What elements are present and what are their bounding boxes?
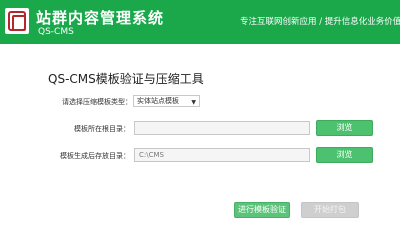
browse-template-dir-button[interactable]: 浏览 bbox=[316, 120, 373, 136]
red-seal-logo-icon bbox=[8, 11, 26, 31]
dropdown-arrow-icon: ▼ bbox=[191, 99, 196, 106]
app-subtitle: QS-CMS bbox=[38, 27, 74, 37]
template-type-select[interactable]: 实体站点模板 ▼ bbox=[133, 95, 200, 107]
start-package-button[interactable]: 开始打包 bbox=[301, 202, 359, 218]
template-dir-input[interactable] bbox=[134, 121, 310, 135]
validate-template-button[interactable]: 进行模板验证 bbox=[234, 202, 290, 218]
app-title: 站群内容管理系统 bbox=[36, 9, 165, 27]
template-type-selected-value: 实体站点模板 bbox=[137, 97, 179, 105]
page-title: QS-CMS模板验证与压缩工具 bbox=[48, 72, 204, 86]
template-dir-label: 模板所在根目录： bbox=[74, 125, 130, 133]
output-dir-input[interactable]: C:\CMS bbox=[134, 148, 310, 162]
title-bar: 站群内容管理系统 QS-CMS 专注互联网创新应用 / 提升信息化业务价值 bbox=[0, 0, 400, 44]
output-dir-label: 模板生成后存放目录： bbox=[60, 152, 130, 160]
app-logo bbox=[5, 8, 29, 34]
template-type-label: 请选择压缩模板类型： bbox=[62, 98, 132, 106]
browse-output-dir-button[interactable]: 浏览 bbox=[316, 147, 373, 163]
header-slogan: 专注互联网创新应用 / 提升信息化业务价值 bbox=[240, 17, 400, 27]
